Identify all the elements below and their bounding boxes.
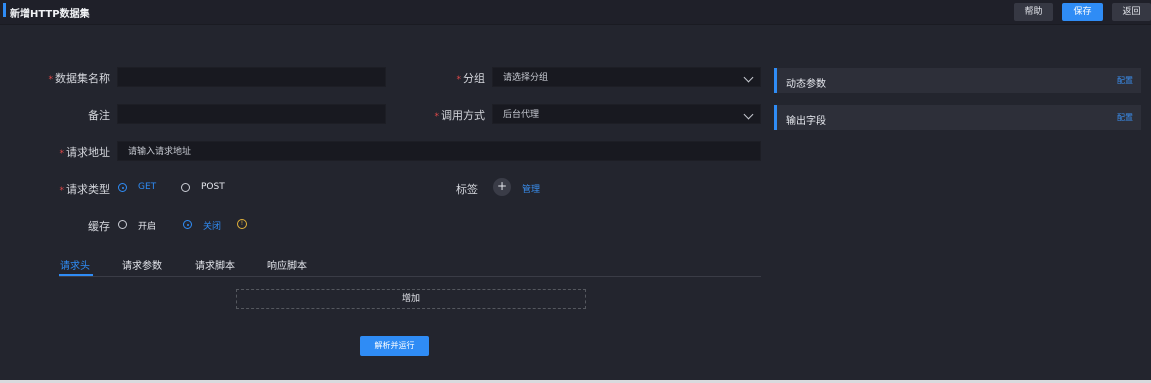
parse-and-run-button[interactable]: 解析并运行 [360, 336, 429, 356]
cache-label: 缓存 [88, 220, 110, 233]
dataset-name-label: * 数据集名称 [48, 72, 111, 85]
output-fields-config-link[interactable]: 配置 [1117, 112, 1133, 123]
output-fields-panel: 输出字段 配置 [774, 105, 1141, 130]
group-select[interactable]: 请选择分组 [492, 67, 761, 87]
output-fields-title: 输出字段 [786, 116, 826, 127]
tags-label: 标签 [456, 183, 478, 196]
title-accent [3, 3, 6, 17]
tab-request-params[interactable]: 请求参数 [122, 257, 162, 272]
add-tag-plus-icon[interactable]: + [493, 178, 511, 196]
request-type-post-label[interactable]: POST [201, 182, 225, 192]
request-type-post-radio[interactable] [181, 183, 190, 192]
tab-request-script[interactable]: 请求脚本 [195, 257, 235, 272]
tabs-divider [59, 276, 761, 277]
tab-request-headers[interactable]: 请求头 [60, 257, 90, 272]
chevron-down-icon [743, 72, 754, 83]
dynamic-params-title: 动态参数 [786, 79, 826, 90]
tab-response-script[interactable]: 响应脚本 [267, 257, 307, 272]
remark-input[interactable] [117, 104, 386, 124]
cache-off-radio[interactable] [183, 220, 192, 229]
panel-accent [774, 105, 777, 130]
cache-on-label[interactable]: 开启 [138, 219, 156, 232]
request-url-input[interactable]: 请输入请求地址 [117, 141, 761, 161]
request-type-get-radio[interactable] [118, 183, 127, 192]
add-header-button[interactable]: 增加 [236, 289, 586, 309]
group-label: * 分组 [456, 72, 486, 85]
cache-off-label[interactable]: 关闭 [203, 219, 221, 232]
page-title: 新增HTTP数据集 [10, 9, 90, 20]
dataset-name-input[interactable] [117, 67, 386, 87]
call-mode-label: * 调用方式 [434, 109, 486, 122]
back-button[interactable]: 返回 [1112, 3, 1151, 21]
header-bar: 新增HTTP数据集 帮助 保存 返回 [0, 0, 1151, 25]
save-button[interactable]: 保存 [1062, 3, 1103, 21]
manage-tags-link[interactable]: 管理 [522, 182, 540, 195]
chevron-down-icon [743, 109, 754, 120]
help-button[interactable]: 帮助 [1014, 3, 1053, 21]
info-icon: ! [237, 219, 247, 229]
panel-accent [774, 68, 777, 93]
request-type-get-label[interactable]: GET [138, 182, 156, 192]
cache-on-radio[interactable] [118, 220, 127, 229]
active-tab-indicator [59, 274, 93, 276]
request-type-label: * 请求类型 [59, 183, 111, 196]
dynamic-params-panel: 动态参数 配置 [774, 68, 1141, 93]
request-url-label: * 请求地址 [59, 146, 111, 159]
call-mode-select[interactable]: 后台代理 [492, 104, 761, 124]
dynamic-params-config-link[interactable]: 配置 [1117, 75, 1133, 86]
remark-label: 备注 [88, 109, 110, 122]
